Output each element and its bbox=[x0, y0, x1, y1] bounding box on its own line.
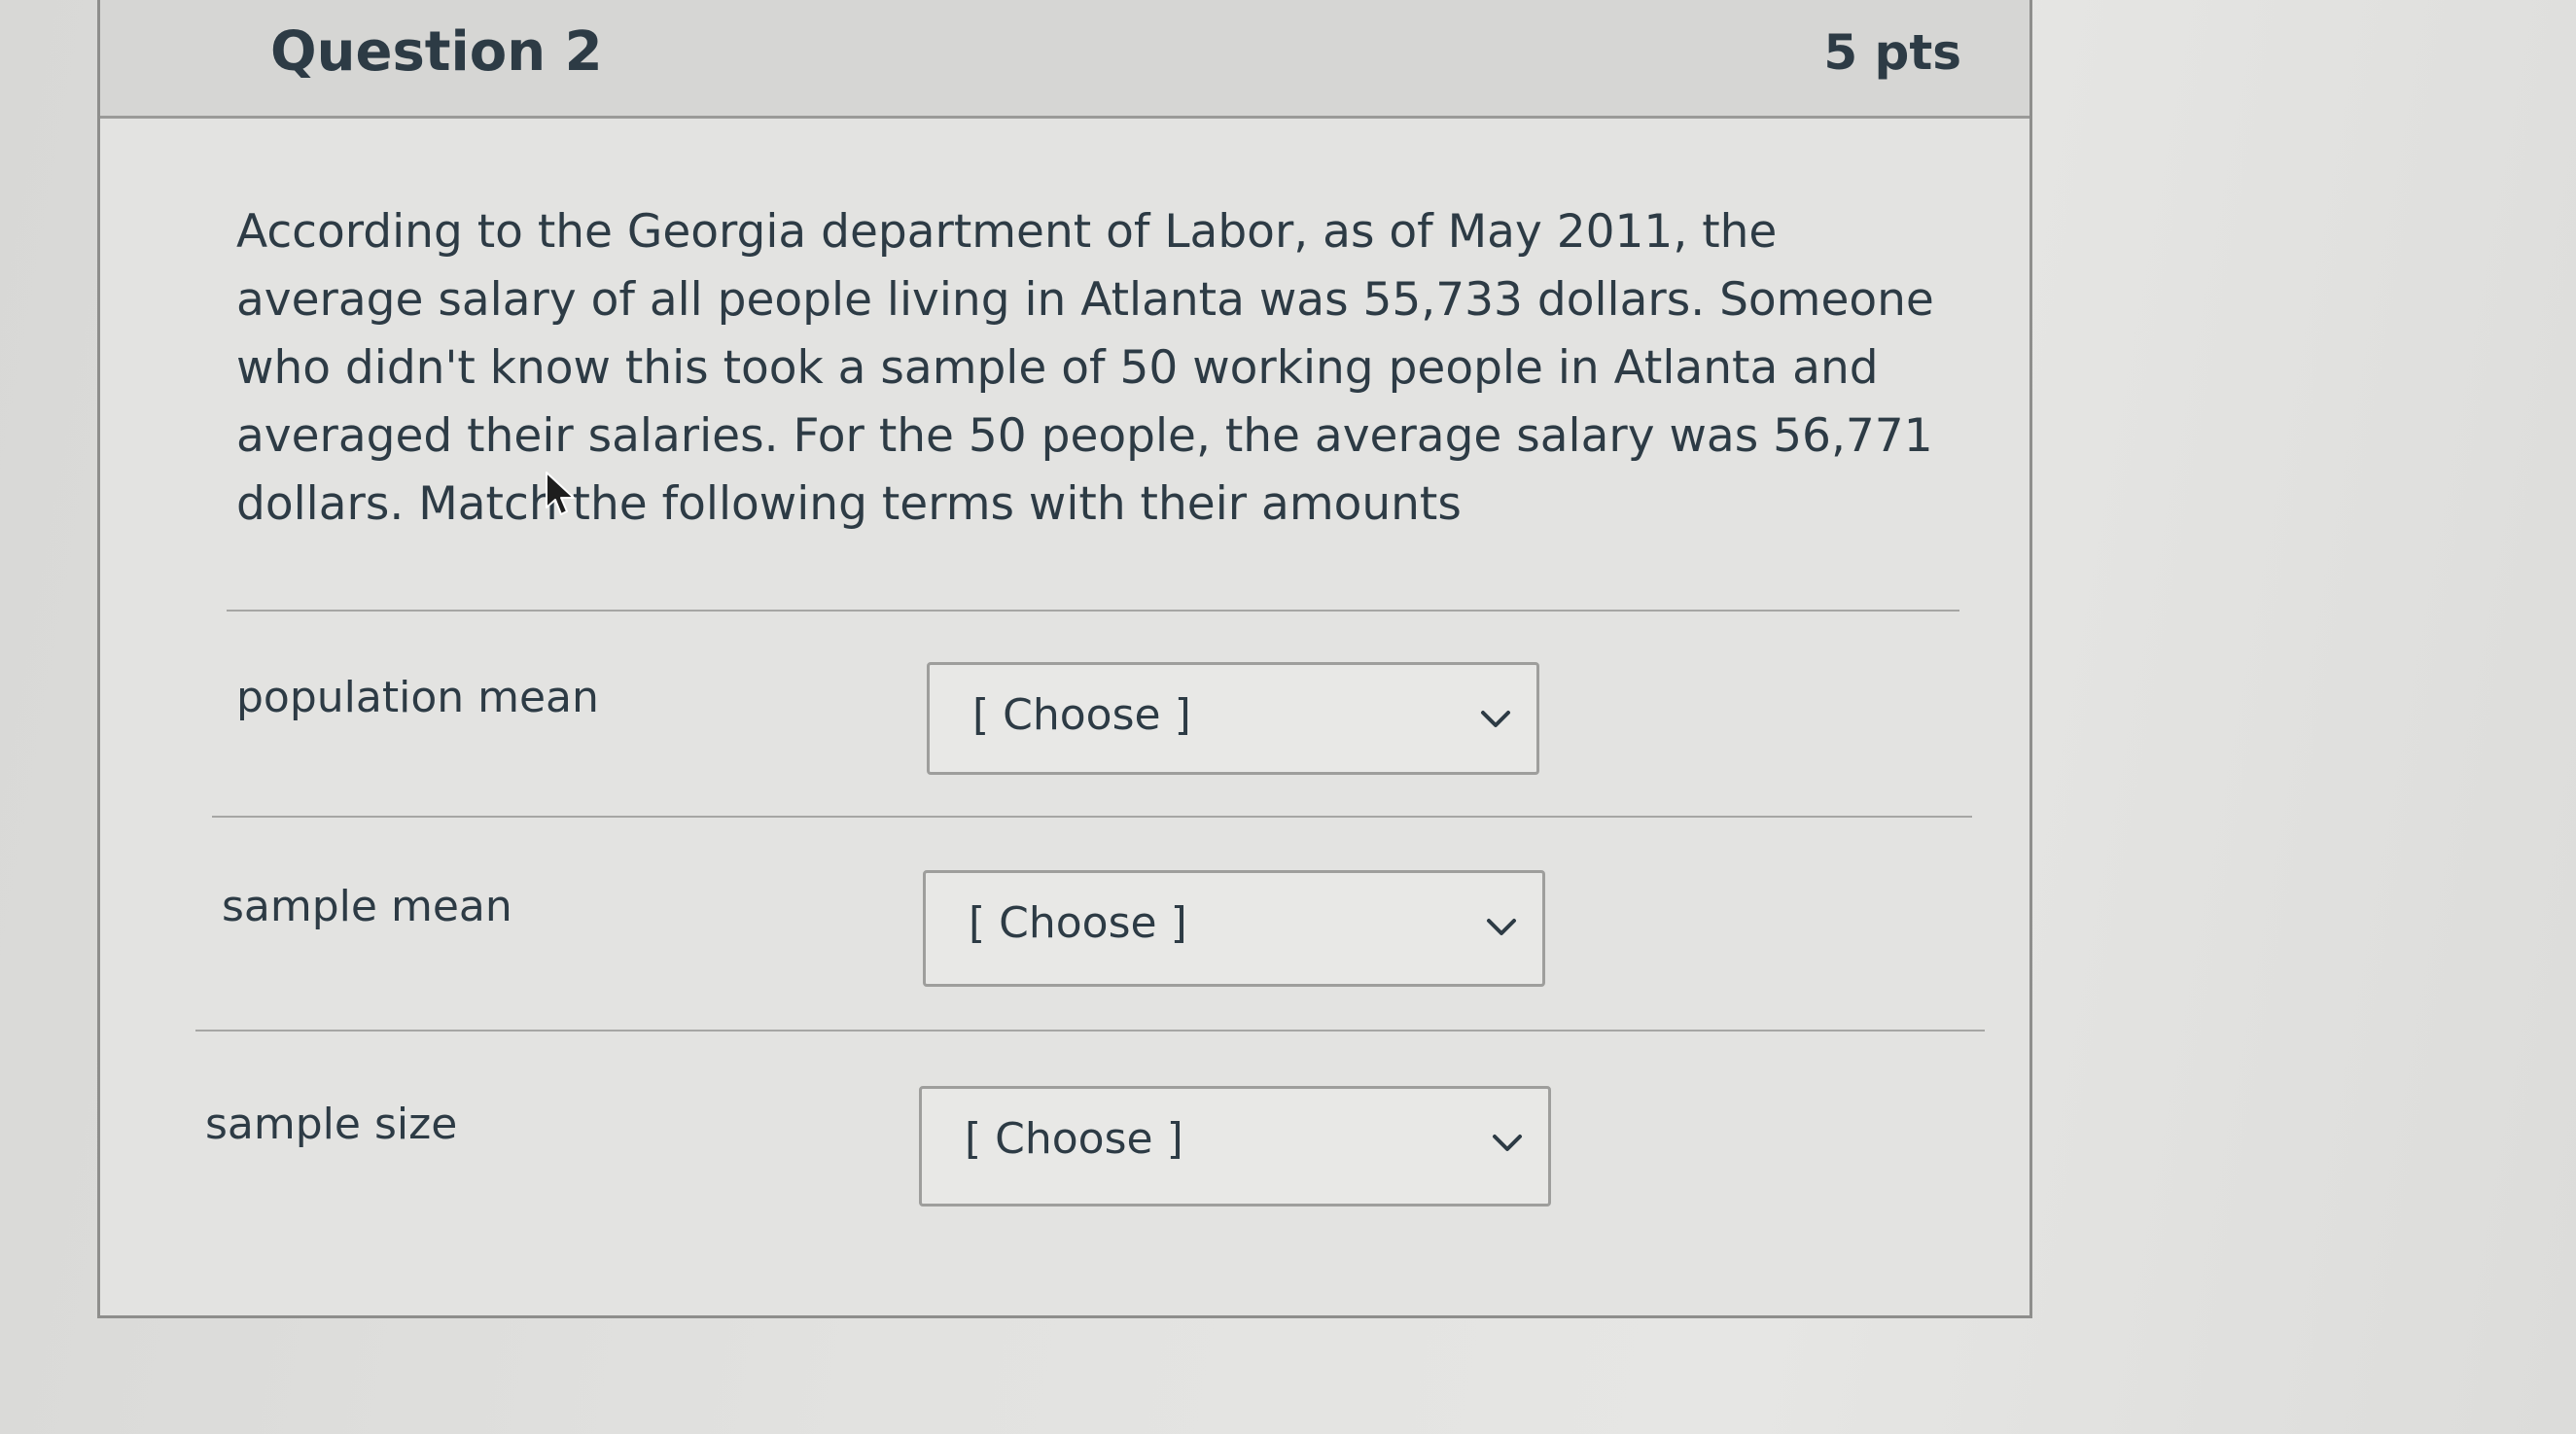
population-mean-select[interactable]: [ Choose ] bbox=[927, 662, 1539, 775]
divider bbox=[212, 816, 1972, 818]
question-text: According to the Georgia department of L… bbox=[236, 205, 1934, 531]
divider bbox=[227, 610, 1959, 612]
question-title: Question 2 bbox=[270, 20, 603, 84]
match-label-population-mean: population mean bbox=[236, 673, 599, 722]
match-label-sample-size: sample size bbox=[205, 1100, 458, 1149]
question-header: Question 2 5 pts bbox=[100, 0, 2029, 119]
sample-size-select-value: [ Choose ] bbox=[965, 1114, 1183, 1164]
population-mean-select-value: [ Choose ] bbox=[972, 690, 1191, 740]
mouse-pointer-icon bbox=[546, 472, 575, 515]
sample-mean-select[interactable]: [ Choose ] bbox=[923, 870, 1545, 987]
question-card: Question 2 5 pts According to the Georgi… bbox=[97, 0, 2032, 1318]
question-points: 5 pts bbox=[1823, 24, 1961, 81]
match-label-sample-mean: sample mean bbox=[222, 882, 512, 931]
sample-size-select[interactable]: [ Choose ] bbox=[919, 1086, 1551, 1207]
chevron-down-icon bbox=[1481, 711, 1510, 727]
sample-mean-select-value: [ Choose ] bbox=[969, 898, 1187, 948]
chevron-down-icon bbox=[1493, 1135, 1522, 1151]
chevron-down-icon bbox=[1487, 919, 1516, 935]
divider bbox=[195, 1030, 1985, 1032]
